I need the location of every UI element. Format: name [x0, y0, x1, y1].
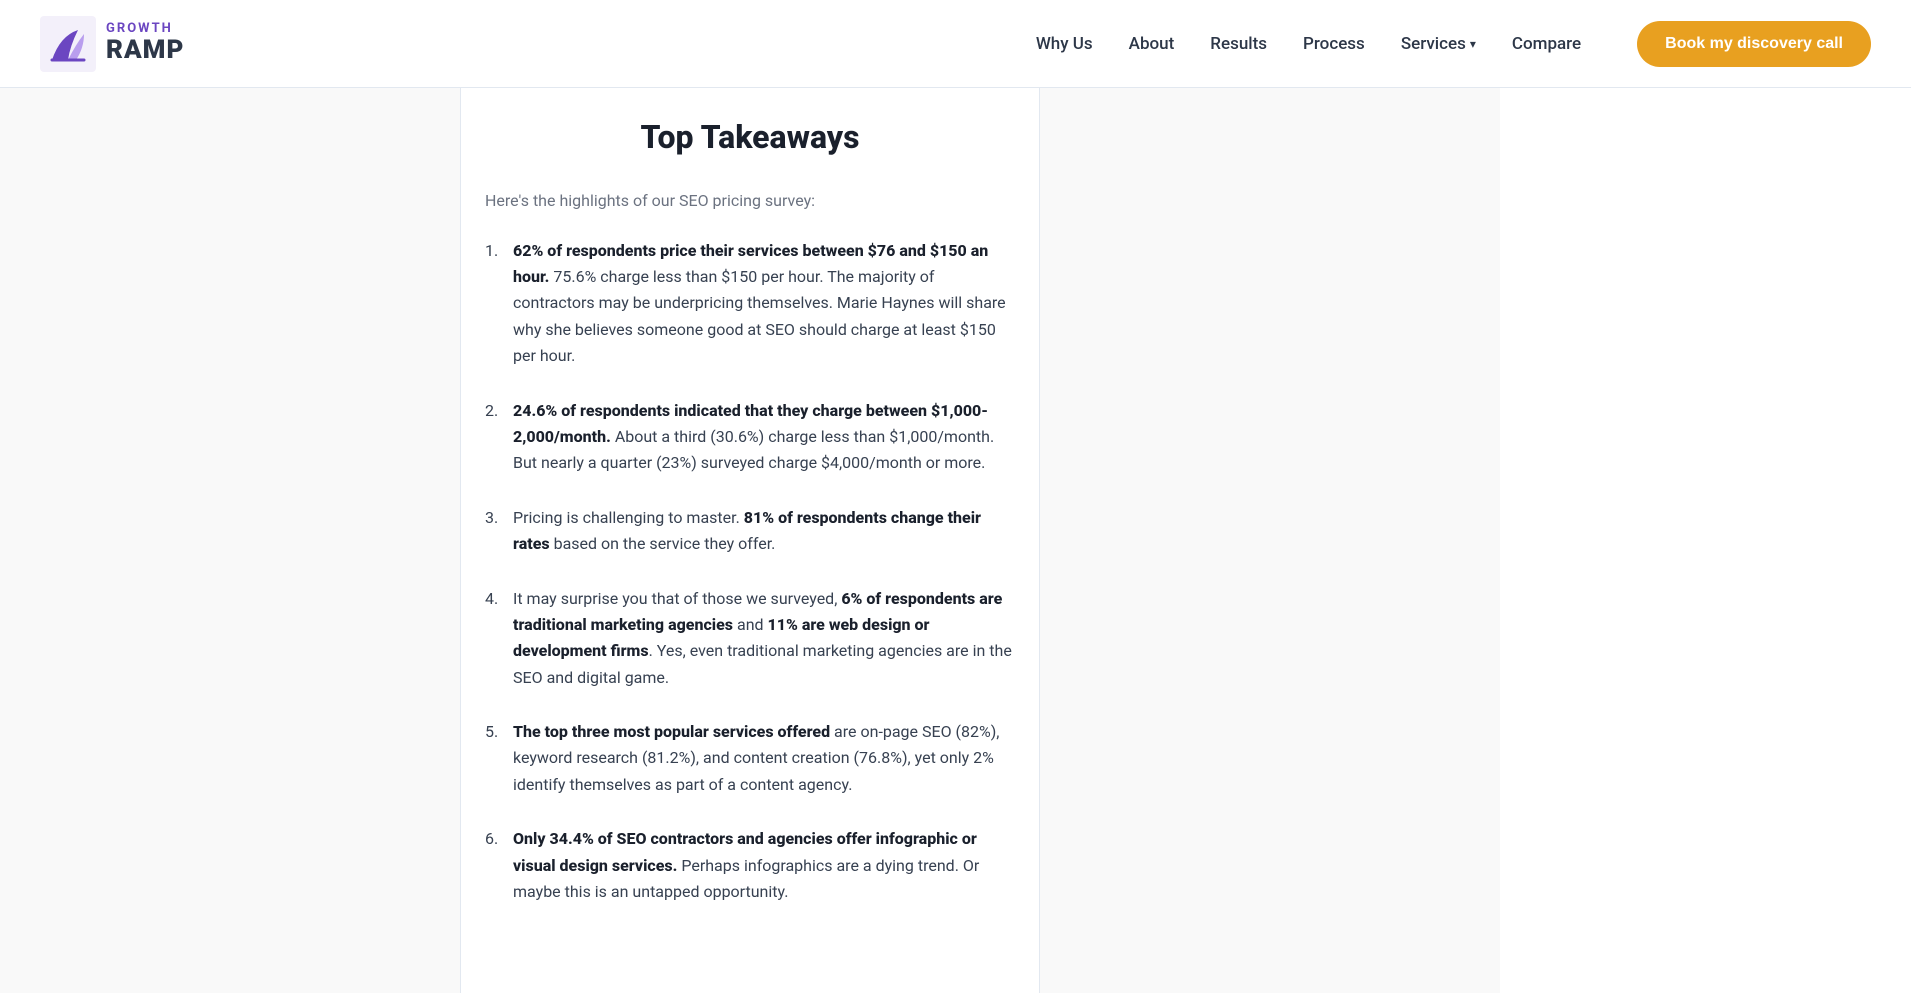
item-rest: 75.6% charge less than $150 per hour. Th… — [513, 267, 1006, 365]
nav-compare[interactable]: Compare — [1512, 34, 1581, 54]
item-normal: It may surprise you that of those we sur… — [513, 589, 841, 608]
nav-about[interactable]: About — [1129, 34, 1175, 54]
item-normal: Pricing is challenging to master. — [513, 508, 744, 527]
list-item: 2. 24.6% of respondents indicated that t… — [485, 398, 1015, 477]
list-item: 3. Pricing is challenging to master. 81%… — [485, 505, 1015, 558]
item-number: 6. — [485, 826, 505, 905]
item-content: It may surprise you that of those we sur… — [513, 586, 1015, 692]
logo-icon — [40, 16, 96, 72]
item-number: 5. — [485, 719, 505, 798]
item-content: 24.6% of respondents indicated that they… — [513, 398, 1015, 477]
list-item: 6. Only 34.4% of SEO contractors and age… — [485, 826, 1015, 905]
item-number: 1. — [485, 238, 505, 370]
item-content: Only 34.4% of SEO contractors and agenci… — [513, 826, 1015, 905]
intro-text: Here's the highlights of our SEO pricing… — [485, 188, 1015, 214]
item-content: The top three most popular services offe… — [513, 719, 1015, 798]
chevron-down-icon: ▾ — [1470, 37, 1476, 51]
item-number: 3. — [485, 505, 505, 558]
right-sidebar — [1040, 0, 1500, 993]
item-content: Pricing is challenging to master. 81% of… — [513, 505, 1015, 558]
item-rest: based on the service they offer. — [550, 534, 776, 553]
list-item: 1. 62% of respondents price their servic… — [485, 238, 1015, 370]
nav-services-label: Services — [1401, 34, 1466, 54]
page-layout: Top Takeaways Here's the highlights of o… — [0, 0, 1911, 993]
navbar: GROWTH RAMP Why Us About Results Process… — [0, 0, 1911, 88]
nav-services[interactable]: Services ▾ — [1401, 34, 1476, 54]
main-content: Top Takeaways Here's the highlights of o… — [460, 88, 1040, 993]
item-number: 2. — [485, 398, 505, 477]
item-bold: The top three most popular services offe… — [513, 722, 830, 741]
list-item: 5. The top three most popular services o… — [485, 719, 1015, 798]
item-number: 4. — [485, 586, 505, 692]
nav-process[interactable]: Process — [1303, 34, 1365, 54]
logo-ramp-text: RAMP — [106, 36, 184, 65]
book-discovery-call-button[interactable]: Book my discovery call — [1637, 21, 1871, 67]
logo-growth-text: GROWTH — [106, 22, 184, 36]
nav-why-us[interactable]: Why Us — [1036, 34, 1093, 54]
list-item: 4. It may surprise you that of those we … — [485, 586, 1015, 692]
page-title: Top Takeaways — [485, 118, 1015, 156]
nav-links: Why Us About Results Process Services ▾ … — [1036, 21, 1871, 67]
item-rest: and — [733, 615, 768, 634]
nav-results[interactable]: Results — [1210, 34, 1267, 54]
logo-link[interactable]: GROWTH RAMP — [40, 16, 184, 72]
left-sidebar — [0, 0, 460, 993]
takeaway-list: 1. 62% of respondents price their servic… — [485, 238, 1015, 906]
content-wrapper: Top Takeaways Here's the highlights of o… — [460, 88, 1040, 993]
item-content: 62% of respondents price their services … — [513, 238, 1015, 370]
